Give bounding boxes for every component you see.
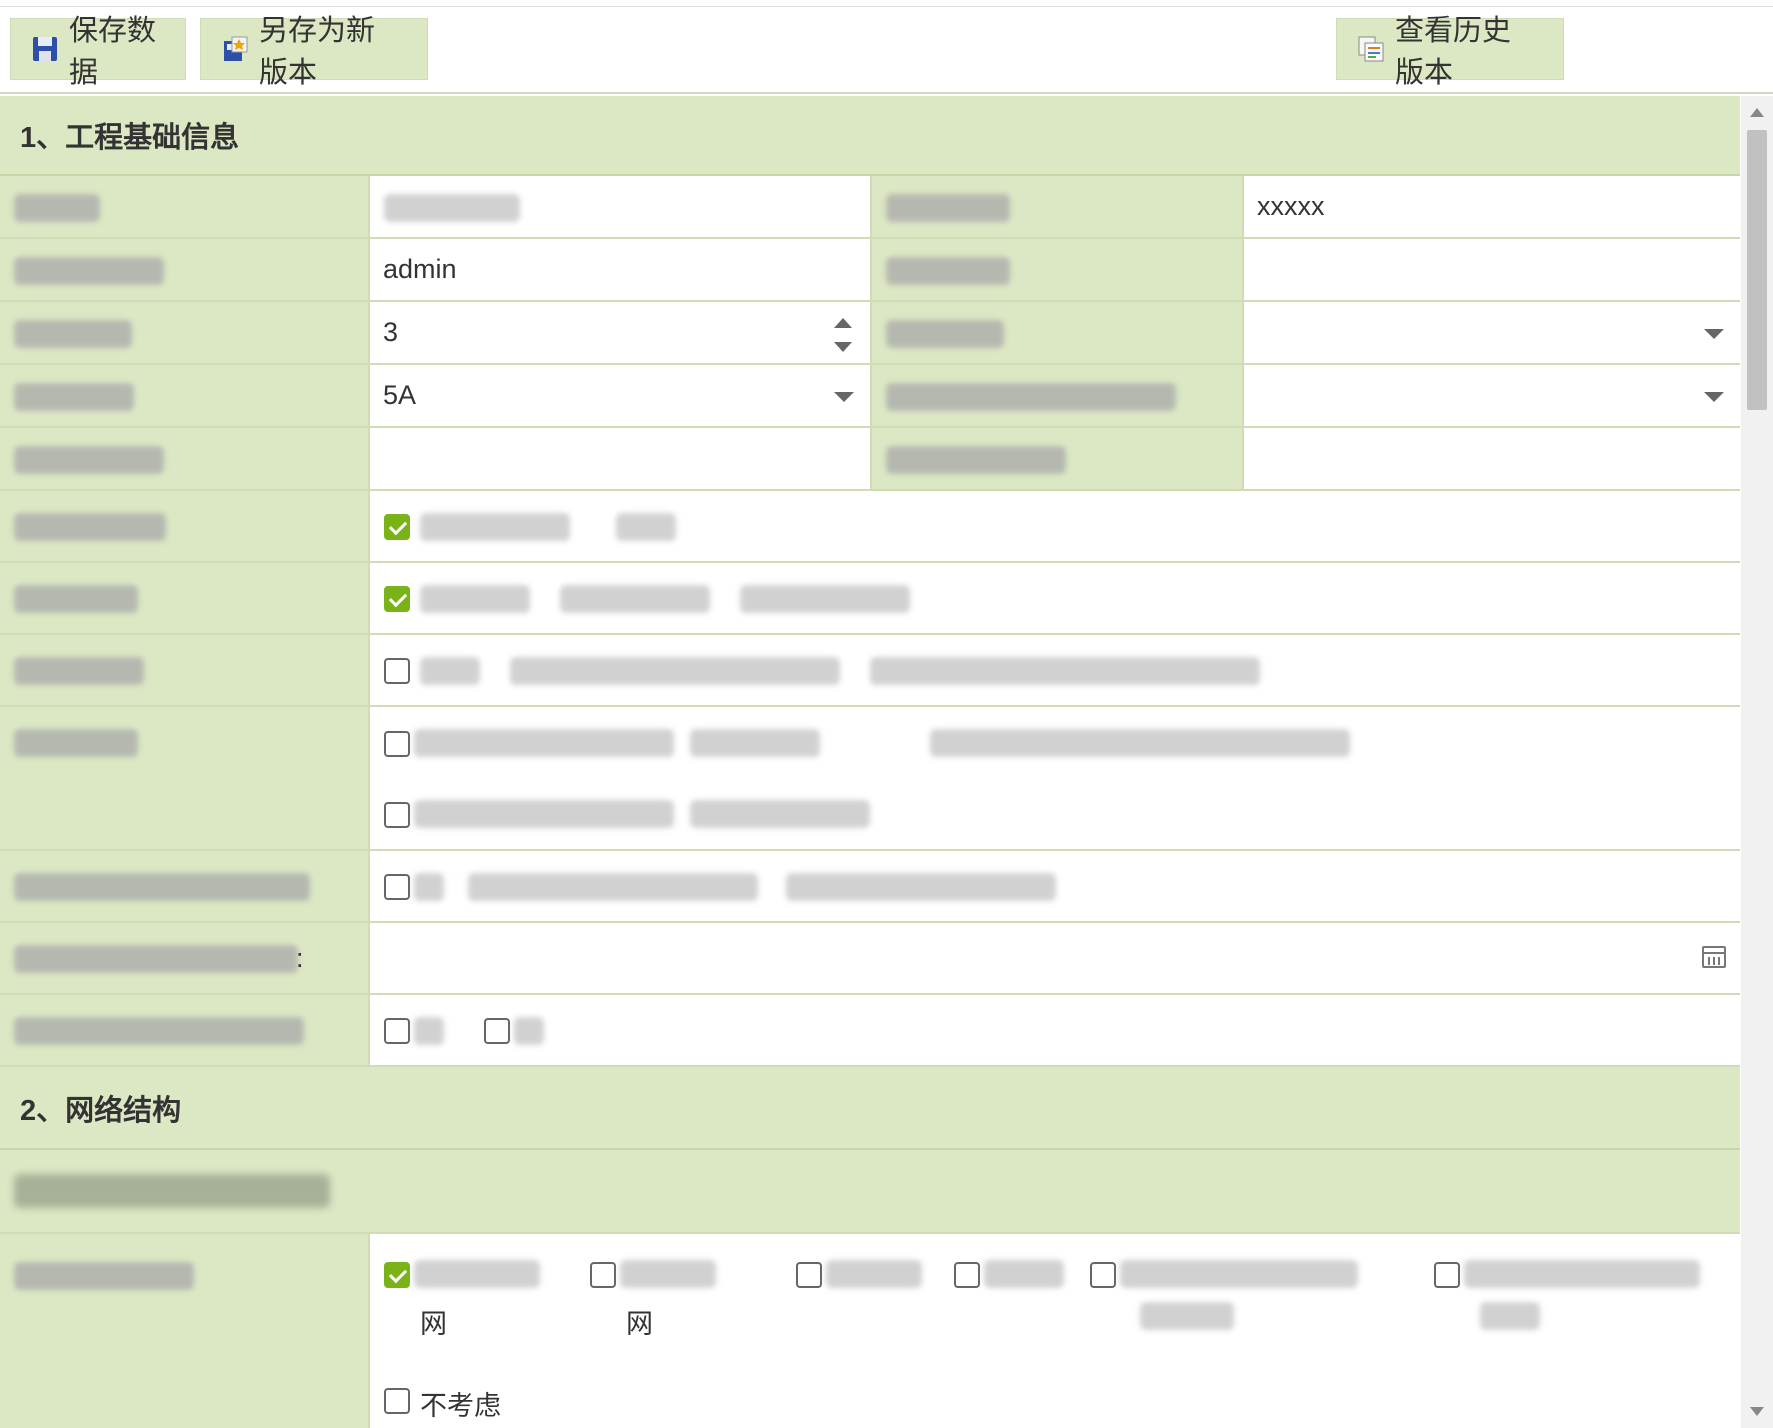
field-label (0, 1234, 370, 1428)
form-row (0, 428, 1740, 491)
option-label-not-considered: 不考虑 (420, 1391, 501, 1421)
checkbox-group (370, 851, 1740, 921)
history-icon (1357, 35, 1385, 63)
field-value: admin (383, 254, 457, 284)
checkbox[interactable] (484, 1018, 510, 1044)
checkbox-group (370, 563, 1740, 633)
checkbox-checked[interactable] (384, 1262, 410, 1288)
field-label (0, 302, 370, 363)
option-label-wrap: 网 (420, 1309, 447, 1339)
checkbox[interactable] (796, 1262, 822, 1288)
chevron-down-icon[interactable] (1704, 328, 1724, 339)
toolbar-separator (0, 92, 1773, 94)
option-label-wrap: 网 (626, 1309, 653, 1339)
field-value: xxxxx (1257, 191, 1325, 221)
stepper-down-icon[interactable] (834, 342, 852, 352)
text-field[interactable] (370, 428, 872, 489)
field-label (872, 302, 1244, 363)
section-title: 1、工程基础信息 (20, 122, 240, 154)
text-field[interactable] (1244, 239, 1740, 300)
checkbox[interactable] (384, 658, 410, 684)
new-version-icon (221, 35, 249, 63)
creator-field[interactable]: admin (370, 239, 872, 300)
checkbox[interactable] (384, 802, 410, 828)
scroll-up-arrow-icon[interactable] (1750, 108, 1764, 117)
form-row: xxxxx (0, 176, 1740, 239)
form-row: 3 (0, 302, 1740, 365)
save-as-new-version-button[interactable]: 另存为新版本 (200, 15, 428, 89)
date-input[interactable] (370, 923, 1740, 993)
checkbox-group: 网 网 不考虑 (370, 1234, 1740, 1428)
save-button-label: 保存数据 (69, 15, 157, 89)
checkbox[interactable] (1090, 1262, 1116, 1288)
section-header-basic-info: 1、工程基础信息 (0, 96, 1740, 176)
form-row (0, 851, 1740, 923)
project-name-field[interactable]: xxxxx (1244, 176, 1740, 237)
field-label (0, 176, 370, 237)
radio-group (370, 995, 1740, 1065)
checkbox[interactable] (384, 874, 410, 900)
save-as-new-version-label: 另存为新版本 (259, 15, 376, 89)
form-row: : (0, 923, 1740, 995)
checkbox[interactable] (384, 731, 410, 757)
scrollbar-thumb[interactable] (1747, 130, 1767, 410)
checkbox-group (370, 635, 1740, 705)
save-button[interactable]: 保存数据 (10, 15, 186, 89)
field-label (0, 491, 370, 561)
label-colon: : (296, 943, 304, 973)
section-title: 2、网络结构 (20, 1094, 182, 1127)
field-label (872, 176, 1244, 237)
field-label (872, 428, 1244, 489)
field-label: : (0, 923, 370, 993)
form-row (0, 995, 1740, 1067)
field-label (872, 365, 1244, 426)
field-label (872, 239, 1244, 300)
section-header-network-structure: 2、网络结构 (0, 1067, 1740, 1150)
field-label (0, 995, 370, 1065)
form-row: admin (0, 239, 1740, 302)
select-field[interactable] (1244, 365, 1740, 426)
checkbox-checked[interactable] (384, 514, 410, 540)
form-row: 网 网 不考虑 (0, 1234, 1740, 1428)
checkbox-checked[interactable] (384, 586, 410, 612)
select-field[interactable] (1244, 302, 1740, 363)
field-label (0, 563, 370, 633)
subsection-header (0, 1150, 1740, 1234)
field-label (0, 239, 370, 300)
checkbox[interactable] (1434, 1262, 1460, 1288)
field-value: 5A (383, 380, 417, 410)
field-label (0, 365, 370, 426)
checkbox[interactable] (384, 1018, 410, 1044)
field-label (0, 707, 370, 849)
select-field[interactable]: 5A (370, 365, 872, 426)
field-label (0, 851, 370, 921)
checkbox[interactable] (954, 1262, 980, 1288)
checkbox-group (370, 707, 1740, 849)
quantity-stepper[interactable]: 3 (370, 302, 872, 363)
field-value: 3 (383, 317, 399, 347)
field-label (0, 635, 370, 705)
view-history-button[interactable]: 查看历史版本 (1336, 15, 1564, 89)
view-history-label: 查看历史版本 (1395, 15, 1512, 89)
scroll-down-arrow-icon[interactable] (1750, 1407, 1764, 1416)
chevron-down-icon[interactable] (834, 391, 854, 402)
chevron-down-icon[interactable] (1704, 391, 1724, 402)
form-row (0, 635, 1740, 707)
form-row (0, 563, 1740, 635)
contract-number-field[interactable] (370, 176, 872, 237)
toolbar: 保存数据 另存为新版本 查看历史版本 (0, 15, 1773, 89)
floppy-disk-icon (31, 35, 59, 63)
checkbox[interactable] (384, 1388, 410, 1414)
field-label (0, 428, 370, 489)
checkbox-group (370, 491, 1740, 561)
vertical-scrollbar[interactable] (1741, 96, 1773, 1428)
form-row (0, 707, 1740, 851)
text-field[interactable] (1244, 428, 1740, 489)
calendar-icon[interactable] (1702, 946, 1726, 968)
stepper-up-icon[interactable] (834, 318, 852, 328)
checkbox[interactable] (590, 1262, 616, 1288)
form-row (0, 491, 1740, 563)
form-row: 5A (0, 365, 1740, 428)
